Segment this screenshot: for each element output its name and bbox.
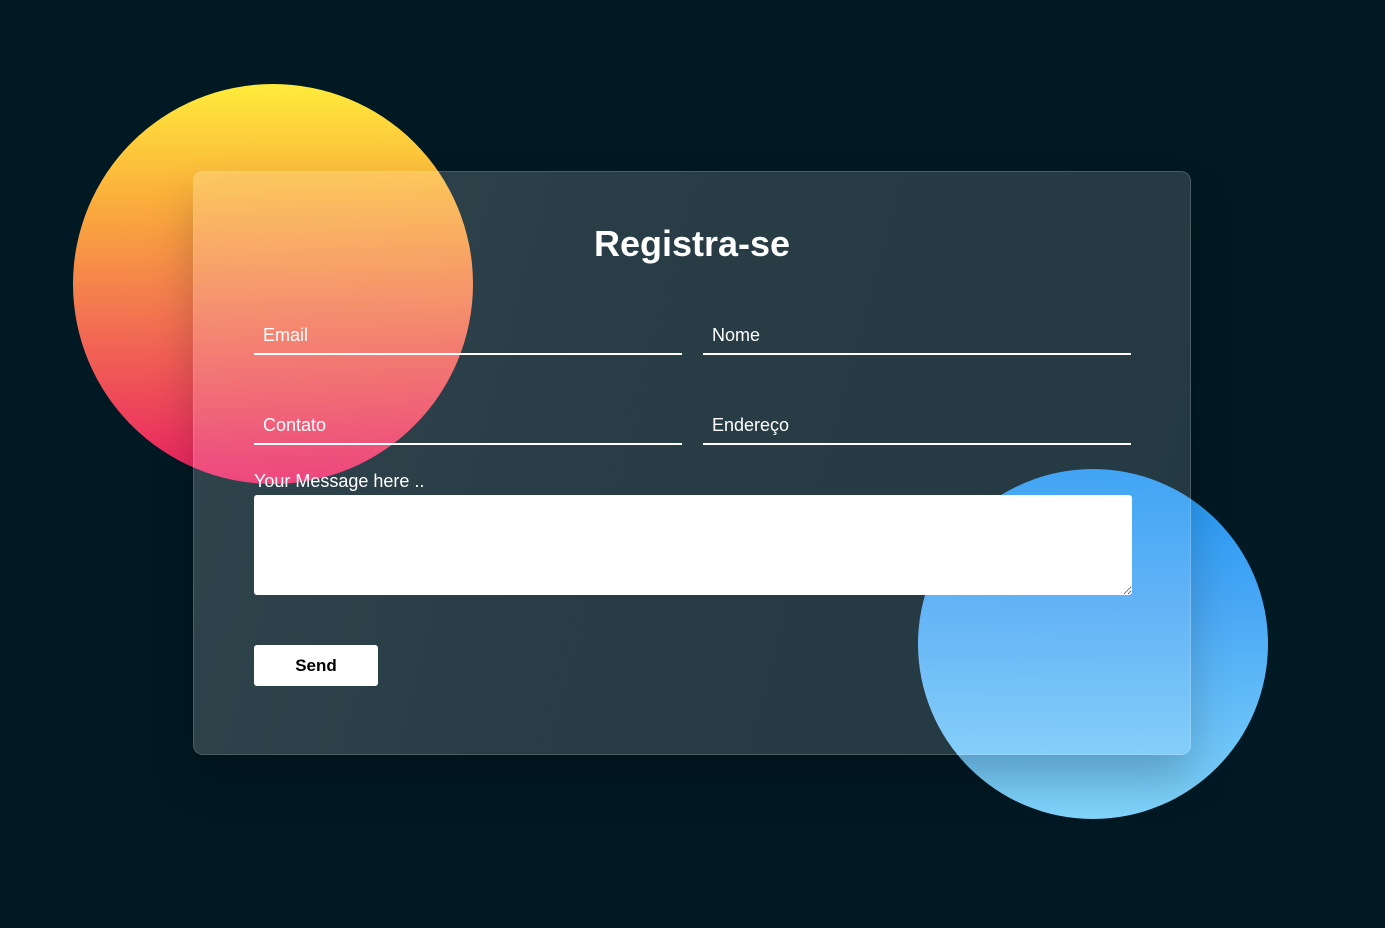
email-field xyxy=(254,321,682,355)
message-textarea[interactable] xyxy=(254,495,1132,595)
form-title: Registra-se xyxy=(593,223,791,264)
message-label: Your Message here .. xyxy=(254,471,425,491)
contato-field xyxy=(254,411,682,445)
endereco-field xyxy=(703,411,1131,445)
registration-card: Registra-se Your Message here .. Send xyxy=(193,171,1191,755)
email-input[interactable] xyxy=(254,321,682,353)
nome-field xyxy=(703,321,1131,355)
contato-input[interactable] xyxy=(254,411,682,443)
send-button[interactable]: Send xyxy=(254,645,378,686)
endereco-input[interactable] xyxy=(703,411,1131,443)
nome-input[interactable] xyxy=(703,321,1131,353)
